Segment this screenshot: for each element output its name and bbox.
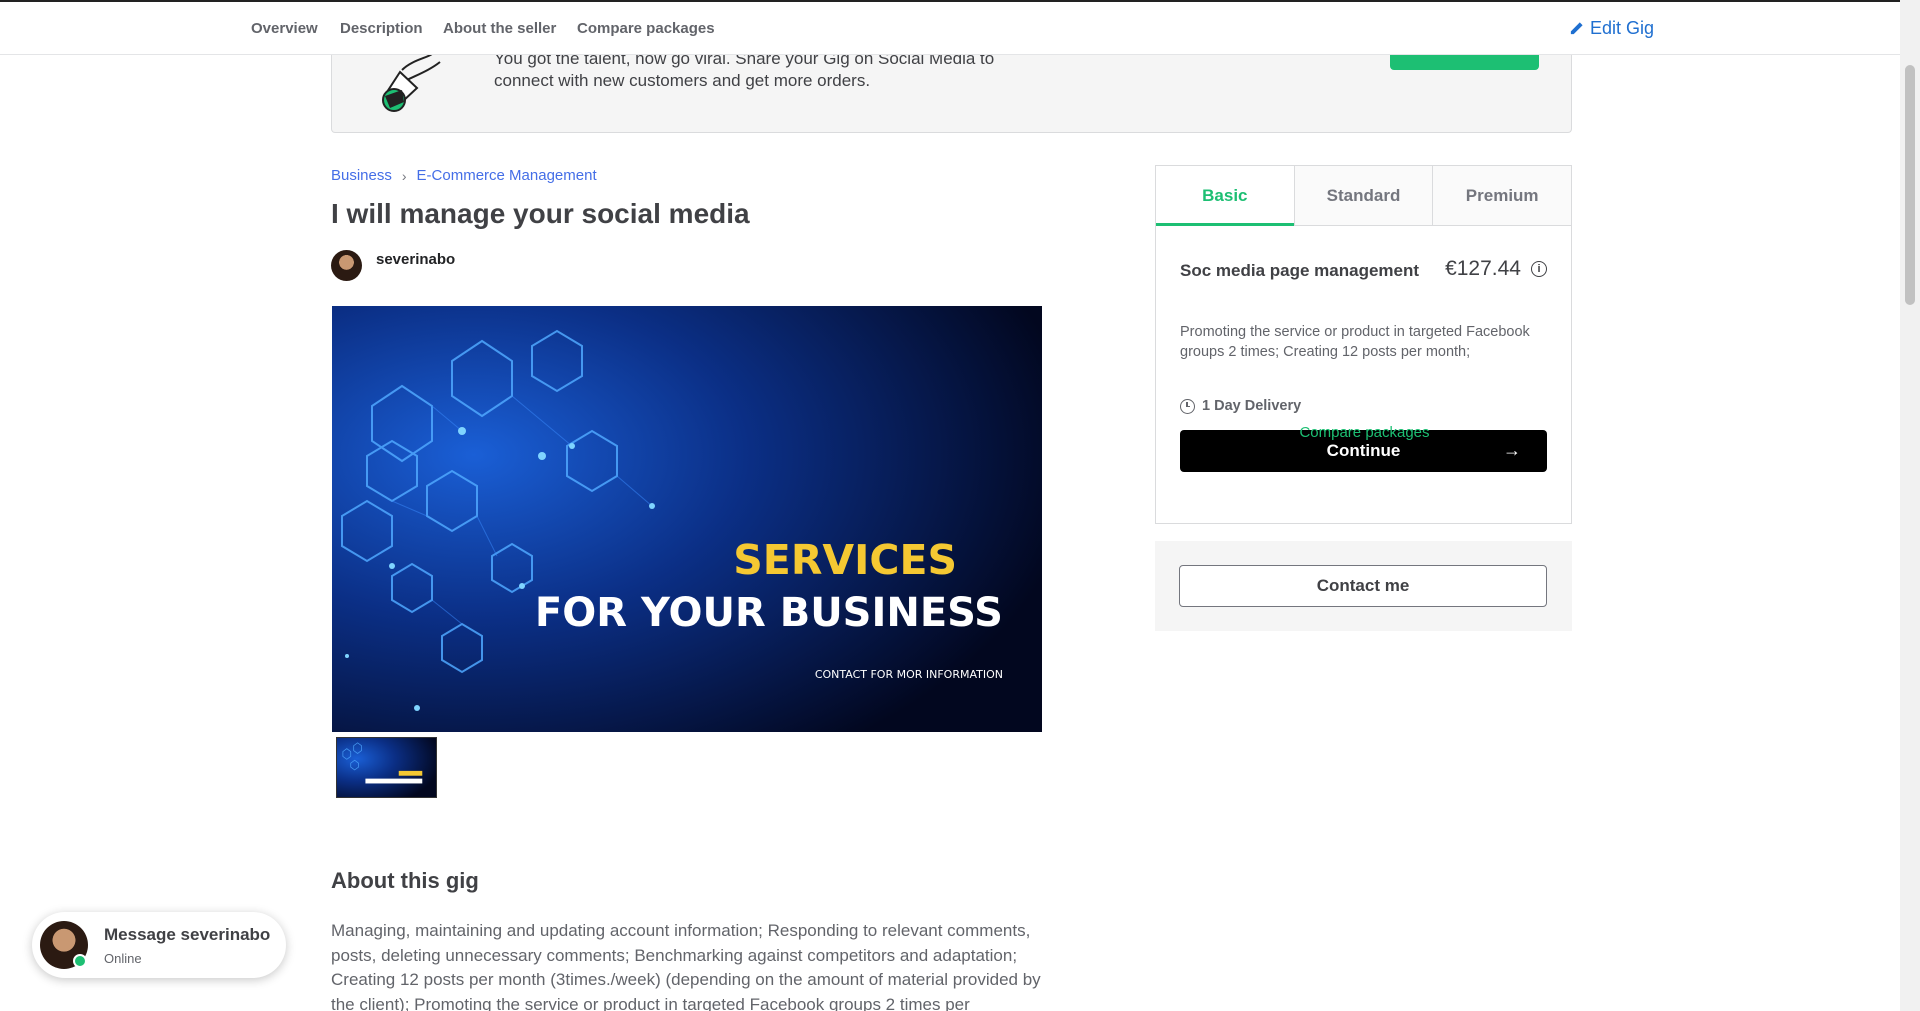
package-box: Basic Standard Premium Soc media page ma… [1155,165,1572,524]
edit-gig-link[interactable]: Edit Gig [1569,18,1654,39]
gig-title: I will manage your social media [331,198,750,229]
nav-about-seller[interactable]: About the seller [443,20,556,37]
message-status: Online [104,951,142,966]
seller-name[interactable]: severinabo [376,251,455,268]
tab-standard[interactable]: Standard [1294,166,1434,225]
delivery-time: 1 Day Delivery [1180,398,1301,414]
image-text-contact: CONTACT FOR MOR INFORMATION [815,668,1003,681]
info-icon[interactable]: i [1531,261,1547,277]
clock-icon [1180,398,1195,414]
message-title: Message severinabo [104,925,271,944]
seller-info: severinabo [331,250,455,281]
tab-basic[interactable]: Basic [1156,166,1295,226]
delivery-label: 1 Day Delivery [1202,398,1302,414]
megaphone-hand-icon [382,53,441,112]
nav-description[interactable]: Description [340,20,423,37]
package-tabs: Basic Standard Premium [1156,166,1572,226]
tab-premium[interactable]: Premium [1433,166,1572,225]
contact-me-button[interactable]: Contact me [1179,565,1547,607]
compare-packages-link[interactable]: Compare packages [1156,424,1573,441]
top-nav: Overview Description About the seller Co… [0,0,1900,55]
gig-main-image[interactable]: SERVICES FOR YOUR BUSINESS CONTACT FOR M… [332,306,1042,732]
scrollbar-thumb[interactable] [1905,65,1915,305]
image-text-services: SERVICES [733,536,957,584]
package-description: Promoting the service or product in targ… [1180,324,1530,360]
online-status-dot [73,954,87,968]
seller-avatar[interactable] [331,250,362,281]
contact-box: Contact me [1155,541,1572,631]
breadcrumb-ecommerce[interactable]: E-Commerce Management [417,167,597,184]
pencil-icon [1570,22,1583,35]
page-scrollbar[interactable] [1900,0,1920,1011]
chevron-right-icon: › [401,167,407,184]
breadcrumb-business[interactable]: Business [331,167,392,184]
about-gig-heading: About this gig [331,868,479,893]
continue-label: Continue [1326,441,1401,460]
breadcrumb: Business › E-Commerce Management [331,167,597,184]
package-price: €127.44 [1445,257,1521,280]
arrow-right-icon: → [1503,440,1521,460]
about-gig-text: Managing, maintaining and updating accou… [331,921,1041,1011]
image-text-business: FOR YOUR BUSINESS [535,590,1003,636]
package-name: Soc media page management [1180,261,1420,280]
edit-gig-label: Edit Gig [1590,18,1655,38]
message-seller-bubble[interactable]: Message severinabo Online [32,912,286,978]
nav-compare-packages[interactable]: Compare packages [577,20,715,37]
nav-overview[interactable]: Overview [251,20,318,37]
gig-thumbnail[interactable] [336,737,437,798]
